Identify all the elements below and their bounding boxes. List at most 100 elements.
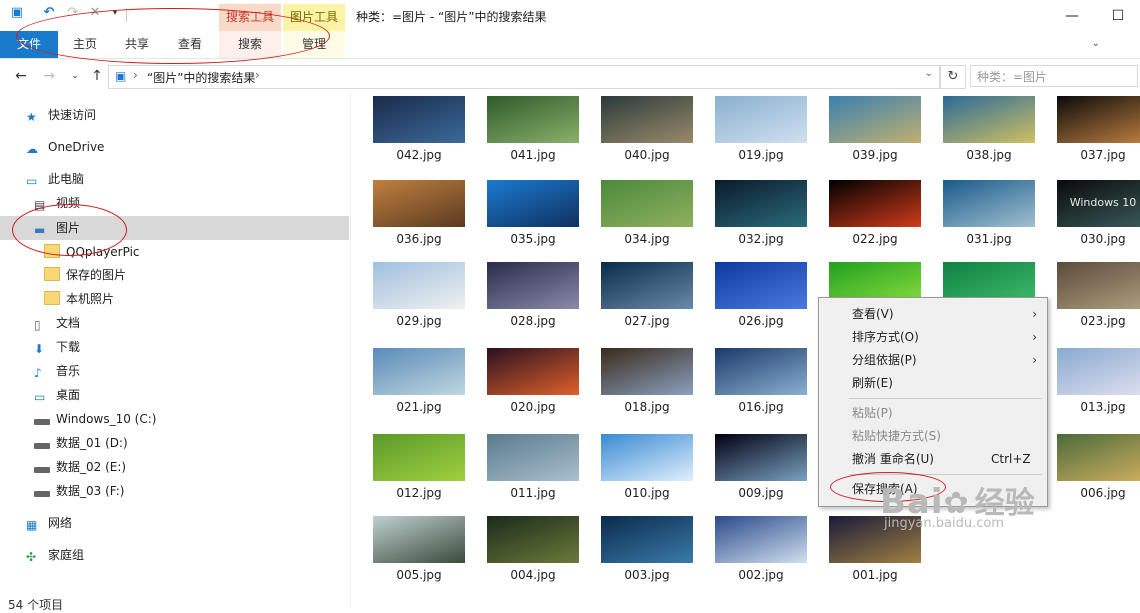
menu-label: 刷新(E) — [852, 376, 893, 390]
thumbnail-image — [715, 96, 807, 143]
file-thumbnail[interactable]: 009.jpg — [715, 434, 807, 500]
file-thumbnail[interactable]: 037.jpg — [1057, 96, 1140, 162]
nav-onedrive[interactable]: ☁ OneDrive — [26, 136, 104, 158]
forward-icon[interactable]: → — [40, 67, 58, 85]
file-thumbnail[interactable]: 002.jpg — [715, 516, 807, 582]
back-icon[interactable]: ← — [12, 67, 30, 85]
nav-desktop[interactable]: ▭ 桌面 — [34, 384, 80, 406]
nav-quick-access[interactable]: ★ 快速访问 — [26, 104, 96, 126]
file-thumbnail[interactable]: 029.jpg — [373, 262, 465, 328]
nav-network[interactable]: ▦ 网络 — [26, 512, 72, 534]
nav-music[interactable]: ♪ 音乐 — [34, 360, 80, 382]
menu-label: 分组依据(P) — [852, 353, 917, 367]
file-name: 013.jpg — [1080, 400, 1126, 414]
file-thumbnail[interactable]: 003.jpg — [601, 516, 693, 582]
chevron-right-icon: › — [1032, 307, 1037, 321]
menu-item-refresh[interactable]: 刷新(E) — [819, 372, 1047, 394]
search-input[interactable]: 种类：=图片 — [970, 65, 1138, 87]
nav-homegroup[interactable]: ✣ 家庭组 — [26, 544, 84, 566]
refresh-button[interactable]: ↻ — [940, 65, 966, 89]
file-thumbnail[interactable]: 011.jpg — [487, 434, 579, 500]
nav-documents[interactable]: ▯ 文档 — [34, 312, 80, 334]
thumbnail-caption-text: Windows 10 — [1069, 196, 1137, 209]
maximize-button[interactable]: ☐ — [1096, 3, 1140, 29]
file-thumbnail[interactable]: 028.jpg — [487, 262, 579, 328]
document-icon: ▯ — [34, 318, 41, 332]
menu-item-undo-rename[interactable]: 撤消 重命名(U) Ctrl+Z — [819, 448, 1047, 470]
thumbnail-image — [829, 96, 921, 143]
nav-label: 数据_02 (E:) — [56, 460, 127, 474]
file-thumbnail[interactable]: 039.jpg — [829, 96, 921, 162]
address-dropdown-icon[interactable]: ⌄ — [925, 68, 933, 79]
recent-locations-icon[interactable]: ⌄ — [66, 67, 84, 85]
file-name: 019.jpg — [738, 148, 784, 162]
file-thumbnail[interactable]: 004.jpg — [487, 516, 579, 582]
file-name: 021.jpg — [396, 400, 442, 414]
nav-drive-d[interactable]: 数据_01 (D:) — [34, 432, 128, 454]
thumbnail-image — [715, 262, 807, 309]
window-title: 种类：=图片 - “图片”中的搜索结果 — [356, 10, 547, 24]
nav-drive-e[interactable]: 数据_02 (E:) — [34, 456, 126, 478]
file-thumbnail[interactable]: 012.jpg — [373, 434, 465, 500]
file-thumbnail[interactable]: 021.jpg — [373, 348, 465, 414]
file-thumbnail[interactable]: 031.jpg — [943, 180, 1035, 246]
file-thumbnail[interactable]: 038.jpg — [943, 96, 1035, 162]
file-thumbnail[interactable]: 026.jpg — [715, 262, 807, 328]
file-thumbnail[interactable]: 023.jpg — [1057, 262, 1140, 328]
file-thumbnail[interactable]: 040.jpg — [601, 96, 693, 162]
nav-label: OneDrive — [48, 140, 105, 154]
address-field[interactable]: ▣ › “图片”中的搜索结果 › ⌄ — [108, 65, 940, 89]
thumbnail-image — [601, 262, 693, 309]
menu-item-paste-shortcut[interactable]: 粘贴快捷方式(S) — [819, 425, 1047, 447]
thumbnail-image — [601, 180, 693, 227]
file-thumbnail[interactable]: Windows 10 030.jpg — [1057, 180, 1140, 246]
thumbnail-image — [487, 434, 579, 481]
file-name: 028.jpg — [510, 314, 556, 328]
up-icon[interactable]: ↑ — [88, 67, 106, 85]
file-thumbnail[interactable]: 042.jpg — [373, 96, 465, 162]
file-name: 022.jpg — [852, 232, 898, 246]
menu-shortcut: Ctrl+Z — [991, 452, 1031, 466]
file-thumbnail[interactable]: 016.jpg — [715, 348, 807, 414]
file-thumbnail[interactable]: 019.jpg — [715, 96, 807, 162]
file-thumbnail[interactable]: 032.jpg — [715, 180, 807, 246]
file-thumbnail[interactable]: 034.jpg — [601, 180, 693, 246]
file-thumbnail[interactable]: 020.jpg — [487, 348, 579, 414]
breadcrumb-chevron-icon[interactable]: › — [255, 68, 260, 82]
menu-item-paste[interactable]: 粘贴(P) — [819, 402, 1047, 424]
file-thumbnail[interactable]: 027.jpg — [601, 262, 693, 328]
file-name: 026.jpg — [738, 314, 784, 328]
nav-camera-roll[interactable]: 本机照片 — [44, 288, 114, 310]
nav-saved-pictures[interactable]: 保存的图片 — [44, 264, 126, 286]
thumbnail-image — [373, 516, 465, 563]
file-name: 018.jpg — [624, 400, 670, 414]
file-name: 029.jpg — [396, 314, 442, 328]
file-thumbnail[interactable]: 035.jpg — [487, 180, 579, 246]
nav-downloads[interactable]: ⬇ 下载 — [34, 336, 80, 358]
expand-ribbon-icon[interactable]: ⌄ — [1092, 38, 1100, 49]
nav-drive-c[interactable]: Windows_10 (C:) — [34, 408, 156, 430]
file-thumbnail[interactable]: 036.jpg — [373, 180, 465, 246]
thumbnail-image — [715, 516, 807, 563]
file-thumbnail[interactable]: 005.jpg — [373, 516, 465, 582]
menu-item-view[interactable]: 查看(V) › — [819, 303, 1047, 325]
file-thumbnail[interactable]: 006.jpg — [1057, 434, 1140, 500]
breadcrumb-chevron-icon[interactable]: › — [133, 68, 138, 82]
file-thumbnail[interactable]: 013.jpg — [1057, 348, 1140, 414]
file-name: 036.jpg — [396, 232, 442, 246]
nav-label: 桌面 — [56, 388, 81, 402]
thumbnail-image — [487, 348, 579, 395]
menu-item-group[interactable]: 分组依据(P) › — [819, 349, 1047, 371]
thumbnail-image — [1057, 348, 1140, 395]
file-thumbnail[interactable]: 018.jpg — [601, 348, 693, 414]
minimize-button[interactable]: — — [1050, 3, 1094, 29]
breadcrumb[interactable]: “图片”中的搜索结果 — [147, 69, 255, 86]
file-thumbnail[interactable]: 041.jpg — [487, 96, 579, 162]
nav-this-pc[interactable]: ▭ 此电脑 — [26, 168, 84, 190]
thumbnail-image — [373, 348, 465, 395]
file-thumbnail[interactable]: 010.jpg — [601, 434, 693, 500]
menu-item-sort[interactable]: 排序方式(O) › — [819, 326, 1047, 348]
thumbnail-image — [943, 180, 1035, 227]
nav-drive-f[interactable]: 数据_03 (F:) — [34, 480, 124, 502]
file-thumbnail[interactable]: 022.jpg — [829, 180, 921, 246]
